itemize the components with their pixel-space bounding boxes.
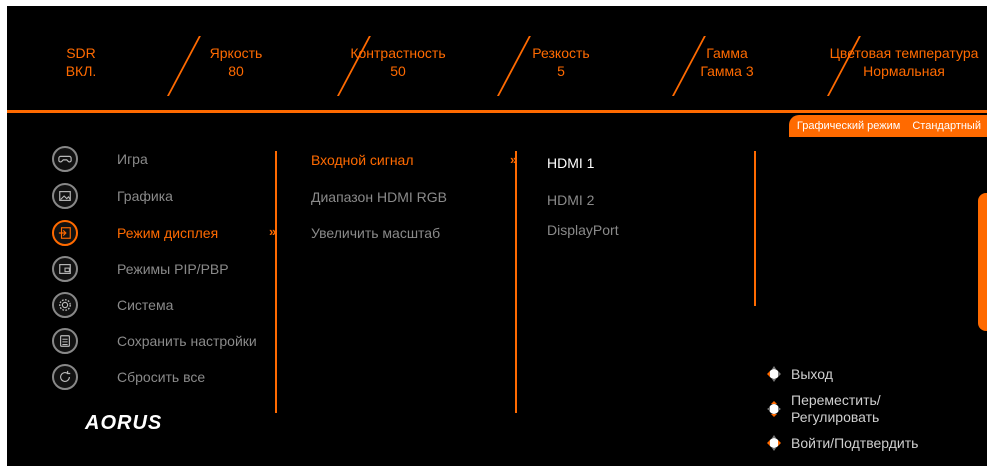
- menu-item-gaming[interactable]: Игра: [52, 143, 148, 175]
- stat-sharpness: Резкость 5: [501, 44, 621, 80]
- stat-sharpness-value: 5: [557, 63, 565, 79]
- help-enter: Войти/Подтвердить: [763, 432, 918, 454]
- help-enter-label: Войти/Подтвердить: [791, 435, 919, 451]
- status-bar: SDR ВКЛ. Яркость 80 Контрастность 50 Рез…: [7, 6, 987, 109]
- stat-contrast: Контрастность 50: [338, 44, 458, 80]
- stat-sdr-label: SDR: [66, 45, 96, 61]
- help-move: Переместить/ Регулировать: [763, 392, 881, 426]
- picture-mode-bar: Графический режим Стандартный: [788, 115, 987, 137]
- option-displayport[interactable]: DisplayPort: [547, 222, 619, 238]
- side-tab[interactable]: [978, 193, 987, 331]
- menu-item-reset-all[interactable]: Сбросить все: [52, 361, 205, 393]
- stat-sharpness-label: Резкость: [532, 45, 590, 61]
- osd-panel: SDR ВКЛ. Яркость 80 Контрастность 50 Рез…: [7, 6, 987, 466]
- menu-item-label: Сохранить настройки: [117, 333, 257, 349]
- stat-contrast-value: 50: [390, 63, 406, 79]
- submenu-item-hdmi-rgb-range[interactable]: Диапазон HDMI RGB: [311, 189, 447, 205]
- stat-gamma-label: Гамма: [706, 45, 748, 61]
- picture-mode-value: Стандартный: [908, 115, 987, 137]
- joystick-left-icon: [767, 366, 781, 382]
- column-divider: [275, 151, 277, 413]
- input-icon: [52, 220, 78, 246]
- menu-item-label: Режимы PIP/PBP: [117, 261, 229, 277]
- stat-sdr-value: ВКЛ.: [65, 63, 97, 79]
- gamepad-icon: [52, 146, 78, 172]
- aorus-logo: AORUS: [85, 412, 163, 434]
- help-exit-label: Выход: [791, 366, 833, 382]
- stat-gamma: Гамма Гамма 3: [667, 44, 787, 80]
- menu-item-label: Сбросить все: [117, 369, 206, 385]
- stat-brightness-value: 80: [228, 63, 244, 79]
- stat-brightness: Яркость 80: [176, 44, 296, 80]
- menu-item-label: Режим дисплея: [117, 225, 219, 241]
- submenu-item-input-signal[interactable]: Входной сигнал: [311, 152, 414, 168]
- menu-item-display[interactable]: Режим дисплея: [52, 217, 218, 249]
- option-hdmi-2[interactable]: HDMI 2: [547, 192, 594, 208]
- pip-icon: [52, 256, 78, 282]
- stat-brightness-label: Яркость: [209, 45, 263, 61]
- joystick-updown-icon: [767, 401, 781, 417]
- help-move-label: Переместить/ Регулировать: [791, 392, 881, 425]
- chevron-right-icon: »: [510, 152, 518, 167]
- chevron-right-icon: »: [269, 224, 277, 239]
- header-divider: [7, 110, 987, 113]
- column-divider: [515, 151, 517, 413]
- joystick-right-icon: [767, 435, 781, 451]
- gear-icon: [52, 292, 78, 318]
- menu-item-system[interactable]: Система: [52, 289, 173, 321]
- help-exit: Выход: [763, 363, 833, 385]
- stat-color-temp-value: Нормальная: [863, 63, 945, 79]
- submenu-item-zoom[interactable]: Увеличить масштаб: [311, 225, 440, 241]
- stat-sdr: SDR ВКЛ.: [21, 44, 141, 80]
- reset-icon: [52, 364, 78, 390]
- menu-item-save-settings[interactable]: Сохранить настройки: [52, 325, 257, 357]
- save-icon: [52, 328, 78, 354]
- menu-item-label: Игра: [117, 151, 148, 167]
- option-hdmi-1[interactable]: HDMI 1: [547, 155, 594, 171]
- column-divider: [754, 151, 756, 306]
- menu-item-picture[interactable]: Графика: [52, 180, 173, 212]
- stat-gamma-value: Гамма 3: [700, 63, 754, 79]
- stat-color-temperature: Цветовая температура Нормальная: [819, 44, 987, 80]
- picture-icon: [52, 183, 78, 209]
- stat-contrast-label: Контрастность: [350, 45, 446, 61]
- stat-color-temp-label: Цветовая температура: [829, 45, 979, 61]
- menu-item-label: Система: [117, 297, 174, 313]
- menu-item-pip-pbp[interactable]: Режимы PIP/PBP: [52, 253, 229, 285]
- picture-mode-label: Графический режим: [788, 115, 909, 137]
- menu-item-label: Графика: [117, 188, 173, 204]
